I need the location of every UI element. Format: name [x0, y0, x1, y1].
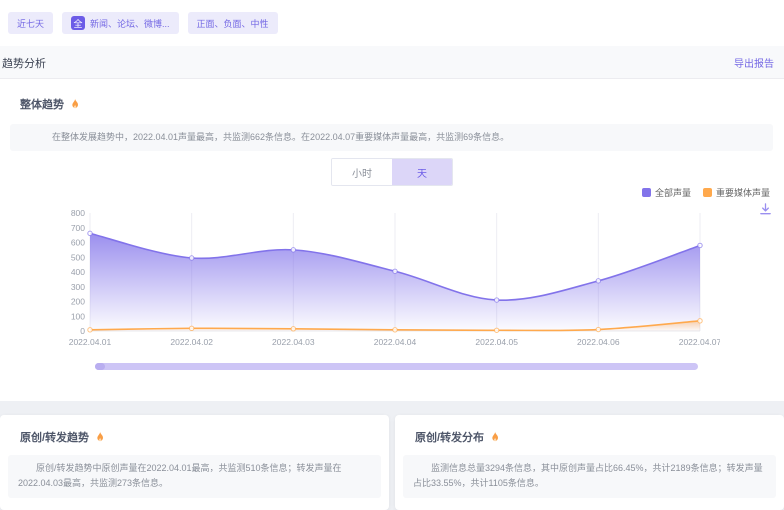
card-title-row: 原创/转发趋势	[20, 429, 106, 445]
time-range-label: 近七天	[17, 17, 44, 30]
toggle-hour-button[interactable]: 小时	[332, 159, 392, 185]
svg-text:2022.04.05: 2022.04.05	[475, 337, 518, 347]
original-repost-trend-summary: 原创/转发趋势中原创声量在2022.04.01最高，共监测510条信息；转发声量…	[8, 455, 381, 498]
source-chip[interactable]: 全 新闻、论坛、微博...	[62, 12, 179, 34]
chart-legend: 全部声量 重要媒体声量	[642, 186, 770, 199]
svg-text:700: 700	[71, 223, 85, 233]
filter-chips: 近七天 全 新闻、论坛、微博... 正面、负面、中性	[8, 12, 278, 34]
top-filter-bar: 近七天 全 新闻、论坛、微博... 正面、负面、中性	[0, 0, 784, 46]
granularity-toggle: 小时 天	[331, 158, 453, 186]
time-range-chip[interactable]: 近七天	[8, 12, 53, 34]
original-repost-trend-card: 原创/转发趋势 原创/转发趋势中原创声量在2022.04.01最高，共监测510…	[0, 415, 389, 510]
legend-label: 全部声量	[655, 186, 691, 199]
svg-text:600: 600	[71, 238, 85, 248]
source-all-icon: 全	[71, 16, 85, 30]
download-chart-icon[interactable]	[759, 203, 772, 216]
svg-text:0: 0	[80, 326, 85, 336]
toggle-day-button[interactable]: 天	[392, 159, 452, 185]
original-repost-distribution-title: 原创/转发分布	[415, 429, 484, 445]
svg-text:800: 800	[71, 208, 85, 218]
sentiment-label: 正面、负面、中性	[197, 17, 269, 30]
legend-label: 重要媒体声量	[716, 186, 770, 199]
card-title-row: 原创/转发分布	[415, 429, 501, 445]
svg-text:200: 200	[71, 297, 85, 307]
sentiment-chip[interactable]: 正面、负面、中性	[188, 12, 278, 34]
chart-datazoom-scrollbar[interactable]	[95, 363, 698, 370]
svg-text:500: 500	[71, 252, 85, 262]
legend-swatch	[642, 188, 651, 197]
original-repost-distribution-summary: 监测信息总量3294条信息，其中原创声量占比66.45%，共计2189条信息；转…	[403, 455, 776, 498]
section-header: 趋势分析 导出报告	[0, 46, 784, 79]
original-repost-distribution-card: 原创/转发分布 监测信息总量3294条信息，其中原创声量占比66.45%，共计2…	[395, 415, 784, 510]
overall-trend-title: 整体趋势	[20, 96, 64, 112]
legend-item-media[interactable]: 重要媒体声量	[703, 186, 770, 199]
svg-text:300: 300	[71, 282, 85, 292]
page-title: 趋势分析	[2, 55, 46, 71]
hot-icon	[94, 431, 106, 444]
svg-text:400: 400	[71, 267, 85, 277]
svg-text:2022.04.03: 2022.04.03	[272, 337, 315, 347]
overall-trend-title-row: 整体趋势	[20, 96, 81, 112]
svg-text:2022.04.07: 2022.04.07	[679, 337, 720, 347]
svg-text:2022.04.02: 2022.04.02	[170, 337, 213, 347]
original-repost-trend-title: 原创/转发趋势	[20, 429, 89, 445]
legend-item-total[interactable]: 全部声量	[642, 186, 691, 199]
overall-summary: 在整体发展趋势中，2022.04.01声量最高，共监测662条信息。在2022.…	[10, 124, 773, 151]
legend-swatch	[703, 188, 712, 197]
svg-text:2022.04.06: 2022.04.06	[577, 337, 620, 347]
export-report-button[interactable]: 导出报告	[734, 55, 774, 70]
hot-icon	[489, 431, 501, 444]
volume-trend-area-chart[interactable]: 0 100 200 300 400 500 600 700 800 2022.04.01 2022.…	[60, 205, 720, 355]
svg-text:100: 100	[71, 311, 85, 321]
svg-text:2022.04.01: 2022.04.01	[69, 337, 112, 347]
source-label: 新闻、论坛、微博...	[90, 17, 170, 30]
svg-text:2022.04.04: 2022.04.04	[374, 337, 417, 347]
hot-icon	[69, 98, 81, 111]
overall-trend-card: 整体趋势 在整体发展趋势中，2022.04.01声量最高，共监测662条信息。在…	[0, 79, 784, 401]
datazoom-handle[interactable]	[95, 363, 105, 370]
